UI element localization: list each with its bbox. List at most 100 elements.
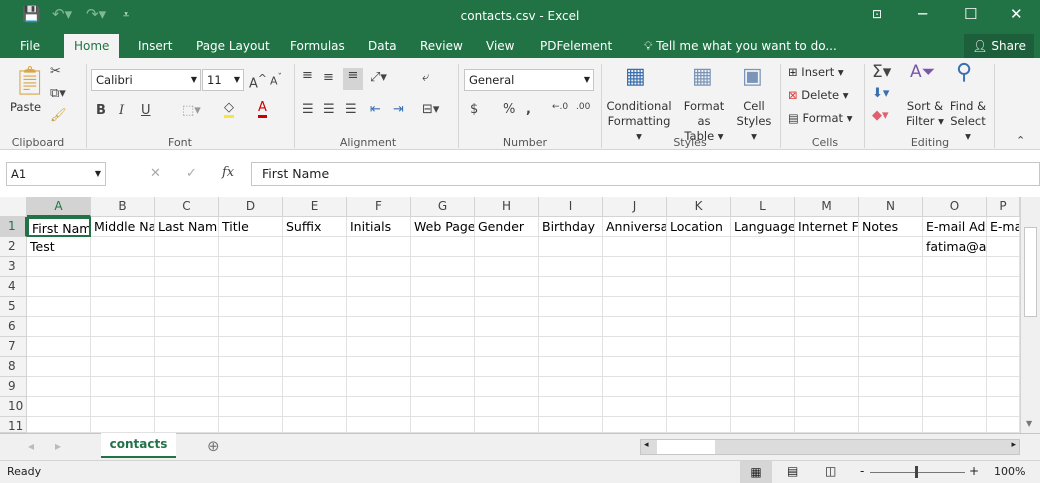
cell-L2[interactable]	[731, 237, 795, 257]
cell-H8[interactable]	[475, 357, 539, 377]
column-header-P[interactable]: P	[987, 197, 1020, 217]
cell-N3[interactable]	[859, 257, 923, 277]
cell-J6[interactable]	[603, 317, 667, 337]
cell-C6[interactable]	[155, 317, 219, 337]
add-sheet-icon[interactable]: ⊕	[207, 437, 220, 455]
cell-B6[interactable]	[91, 317, 155, 337]
cell-E9[interactable]	[283, 377, 347, 397]
cell-I10[interactable]	[539, 397, 603, 417]
cell-P2[interactable]	[987, 237, 1020, 257]
scroll-thumb[interactable]	[1024, 227, 1037, 317]
cell-L11[interactable]	[731, 417, 795, 433]
column-header-E[interactable]: E	[283, 197, 347, 217]
ribbon-display-icon[interactable]: ⊡	[872, 7, 882, 21]
cell-I2[interactable]	[539, 237, 603, 257]
cell-M5[interactable]	[795, 297, 859, 317]
middle-align-icon[interactable]: ≡	[323, 70, 334, 85]
cell-F5[interactable]	[347, 297, 411, 317]
cell-G2[interactable]	[411, 237, 475, 257]
cell-B5[interactable]	[91, 297, 155, 317]
tab-formulas[interactable]: Formulas	[280, 34, 355, 58]
cell-F7[interactable]	[347, 337, 411, 357]
font-name-select[interactable]: Calibri ▼	[91, 69, 201, 91]
cell-P6[interactable]	[987, 317, 1020, 337]
cell-M3[interactable]	[795, 257, 859, 277]
cell-J10[interactable]	[603, 397, 667, 417]
cell-K7[interactable]	[667, 337, 731, 357]
zoom-in-icon[interactable]: +	[969, 464, 979, 478]
cell-P10[interactable]	[987, 397, 1020, 417]
cell-J7[interactable]	[603, 337, 667, 357]
cell-D2[interactable]	[219, 237, 283, 257]
cell-K10[interactable]	[667, 397, 731, 417]
column-header-N[interactable]: N	[859, 197, 923, 217]
paste-icon[interactable]: 📋︎	[12, 64, 48, 97]
cell-D1[interactable]: Title	[219, 217, 283, 237]
cell-I6[interactable]	[539, 317, 603, 337]
cell-O8[interactable]	[923, 357, 987, 377]
cell-F10[interactable]	[347, 397, 411, 417]
tab-home[interactable]: Home	[64, 34, 120, 58]
cell-D7[interactable]	[219, 337, 283, 357]
row-header-8[interactable]: 8	[0, 357, 27, 377]
cell-L10[interactable]	[731, 397, 795, 417]
cell-M2[interactable]	[795, 237, 859, 257]
cell-H11[interactable]	[475, 417, 539, 433]
cell-N11[interactable]	[859, 417, 923, 433]
cell-A10[interactable]	[27, 397, 91, 417]
tab-view[interactable]: View	[476, 34, 524, 58]
cell-A7[interactable]	[27, 337, 91, 357]
cell-C2[interactable]	[155, 237, 219, 257]
scroll-thumb[interactable]	[657, 440, 715, 454]
column-header-L[interactable]: L	[731, 197, 795, 217]
vertical-scrollbar[interactable]: ▼	[1020, 197, 1040, 433]
cell-M11[interactable]	[795, 417, 859, 433]
cell-F3[interactable]	[347, 257, 411, 277]
font-color-icon[interactable]: A	[258, 100, 267, 118]
cell-A4[interactable]	[27, 277, 91, 297]
cell-I4[interactable]	[539, 277, 603, 297]
cell-M6[interactable]	[795, 317, 859, 337]
cell-D10[interactable]	[219, 397, 283, 417]
zoom-level[interactable]: 100%	[994, 465, 1025, 478]
row-header-10[interactable]: 10	[0, 397, 27, 417]
cell-E5[interactable]	[283, 297, 347, 317]
cell-D3[interactable]	[219, 257, 283, 277]
cell-N5[interactable]	[859, 297, 923, 317]
cell-L5[interactable]	[731, 297, 795, 317]
cell-C5[interactable]	[155, 297, 219, 317]
cell-P9[interactable]	[987, 377, 1020, 397]
cell-J1[interactable]: Anniversary	[603, 217, 667, 237]
column-header-M[interactable]: M	[795, 197, 859, 217]
cell-L7[interactable]	[731, 337, 795, 357]
cell-C9[interactable]	[155, 377, 219, 397]
bold-button[interactable]: B	[96, 103, 106, 118]
column-header-D[interactable]: D	[219, 197, 283, 217]
cell-M10[interactable]	[795, 397, 859, 417]
cell-A1[interactable]: First Name	[27, 217, 91, 237]
cell-D8[interactable]	[219, 357, 283, 377]
cell-C3[interactable]	[155, 257, 219, 277]
align-center-icon[interactable]: ☰	[323, 102, 335, 117]
fill-icon[interactable]: ⬇▾	[872, 86, 889, 101]
cell-I3[interactable]	[539, 257, 603, 277]
cell-K3[interactable]	[667, 257, 731, 277]
row-header-7[interactable]: 7	[0, 337, 27, 357]
cell-P5[interactable]	[987, 297, 1020, 317]
cell-styles-icon[interactable]: ▣	[742, 64, 763, 89]
cell-G5[interactable]	[411, 297, 475, 317]
cell-D11[interactable]	[219, 417, 283, 433]
cell-N8[interactable]	[859, 357, 923, 377]
cell-N2[interactable]	[859, 237, 923, 257]
cell-F1[interactable]: Initials	[347, 217, 411, 237]
paste-button[interactable]: Paste	[10, 100, 41, 115]
cell-B3[interactable]	[91, 257, 155, 277]
cell-K6[interactable]	[667, 317, 731, 337]
cell-M8[interactable]	[795, 357, 859, 377]
cell-O11[interactable]	[923, 417, 987, 433]
cell-G8[interactable]	[411, 357, 475, 377]
align-right-icon[interactable]: ☰	[345, 102, 357, 117]
tab-data[interactable]: Data	[358, 34, 407, 58]
tab-page-layout[interactable]: Page Layout	[186, 34, 280, 58]
cell-B11[interactable]	[91, 417, 155, 433]
